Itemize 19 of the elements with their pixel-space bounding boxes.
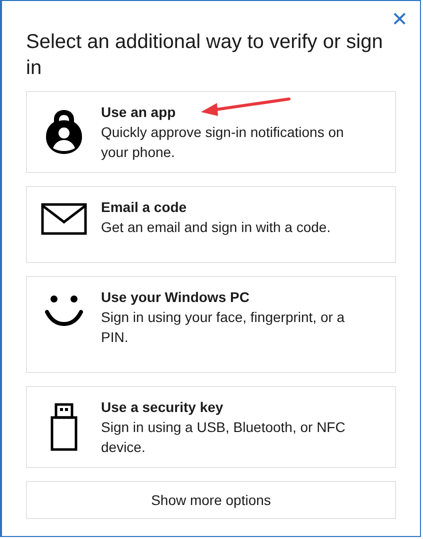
option-title: Use a security key	[101, 398, 224, 417]
option-title: Email a code	[101, 198, 187, 217]
option-card[interactable]: Use your Windows PC Sign in using your face, fingerprint, or a PIN.	[26, 276, 396, 373]
usb-key-icon	[50, 403, 78, 451]
dialog-title: Select an additional way to verify or sign in	[26, 30, 384, 81]
smiley-icon	[44, 293, 84, 327]
option-title: Use an app	[101, 103, 176, 122]
lock-person-icon	[44, 108, 84, 156]
option-description: Get an email and sign in with a code.	[101, 218, 331, 237]
option-card[interactable]: Use an app Quickly approve sign-in notifications on your phone.	[26, 91, 396, 173]
envelope-icon	[41, 203, 87, 235]
option-description: Quickly approve sign-in notifications on your phone.	[101, 123, 345, 162]
option-description: Sign in using your face, fingerprint, or a PIN.	[101, 308, 346, 347]
option-card[interactable]: Use a security key Sign in using a USB, Bluetooth, or NFC device.	[26, 386, 396, 468]
option-description: Sign in using a USB, Bluetooth, or NFC device.	[101, 418, 346, 457]
close-button[interactable]: ✕	[389, 9, 410, 29]
show-more-button[interactable]: Show more options	[26, 481, 396, 519]
option-title: Use your Windows PC	[101, 288, 250, 307]
option-card[interactable]: Email a code Get an email and sign in with a code.	[26, 186, 396, 263]
